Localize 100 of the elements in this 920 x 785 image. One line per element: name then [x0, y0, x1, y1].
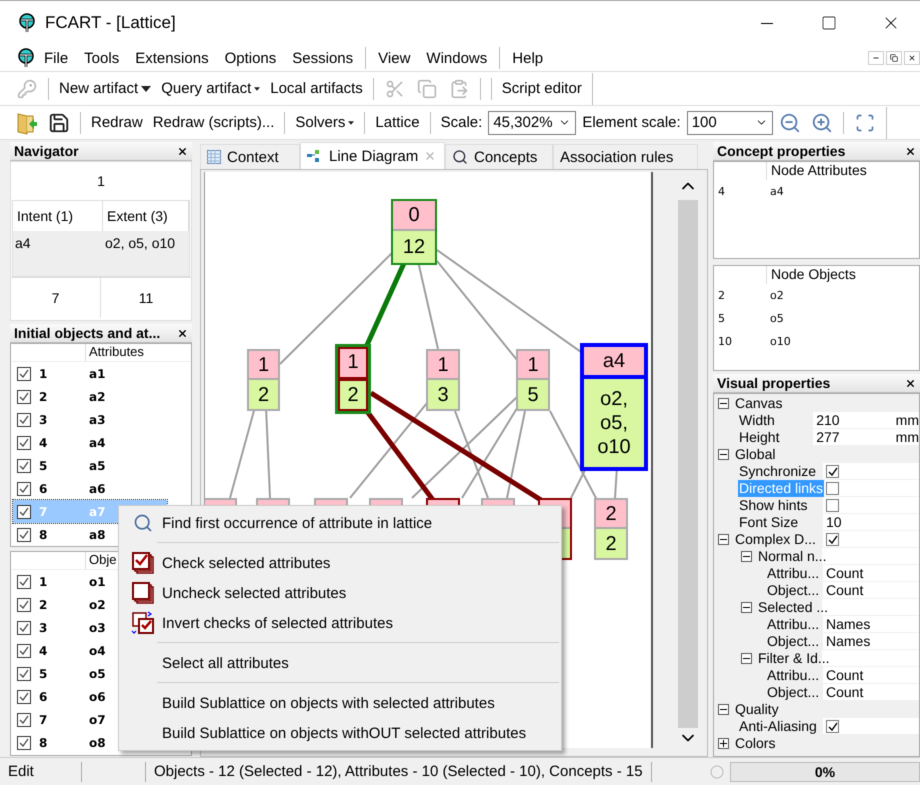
menu-item[interactable]: Build Sublattice on objects withOUT selected attributes: [119, 718, 561, 748]
close-button[interactable]: [904, 51, 920, 65]
collapse-icon[interactable]: [741, 602, 752, 613]
tab[interactable]: Context: [200, 144, 300, 169]
menu-item[interactable]: Invert checks of selected attributes: [119, 608, 561, 638]
checkbox[interactable]: [17, 528, 31, 542]
concept-node[interactable]: a4 o2, o5, o10: [580, 343, 648, 471]
collapse-icon[interactable]: [741, 551, 752, 562]
list-row[interactable]: 6 a6: [13, 477, 167, 500]
list-row[interactable]: 4 a4: [13, 431, 167, 454]
property-value: Count: [826, 667, 864, 683]
checkbox[interactable]: [17, 574, 31, 588]
menu-item[interactable]: Sessions: [284, 50, 362, 66]
checkbox[interactable]: [17, 644, 31, 658]
concept-node[interactable]: 2 2: [594, 498, 628, 560]
tab[interactable]: Line Diagram: [300, 142, 445, 169]
property-row[interactable]: Normal n...: [714, 548, 919, 565]
checkbox[interactable]: [17, 482, 31, 496]
menu-item[interactable]: Select all attributes: [119, 648, 561, 678]
local-artifacts-button[interactable]: Local artifacts: [266, 74, 367, 102]
checkbox[interactable]: [826, 464, 839, 478]
list-row[interactable]: 3 a3: [13, 408, 167, 431]
restore-icon: [890, 54, 898, 62]
list-row[interactable]: 1 a1: [13, 362, 167, 385]
checkbox[interactable]: [17, 412, 31, 426]
checkbox[interactable]: [17, 458, 31, 472]
menu-item[interactable]: File: [36, 50, 76, 66]
property-row[interactable]: Anti-Aliasing: [714, 718, 919, 735]
scale-dropdown[interactable]: 45,302%: [488, 110, 576, 134]
list-row[interactable]: 2 a2: [13, 385, 167, 408]
menu-item[interactable]: Extensions: [127, 50, 217, 66]
collapse-icon[interactable]: [741, 653, 752, 664]
property-value: 277: [816, 429, 840, 445]
checkbox[interactable]: [826, 498, 839, 512]
checkbox[interactable]: [17, 504, 31, 518]
row-number: 5: [39, 458, 48, 472]
new-artifact-button[interactable]: New artifact: [55, 74, 156, 102]
tab[interactable]: Concepts: [445, 144, 553, 169]
scrollbar[interactable]: [678, 172, 698, 748]
property-row[interactable]: Object... Count: [714, 582, 919, 599]
solvers-button[interactable]: Solvers: [291, 108, 358, 136]
redraw-scripts-button[interactable]: Redraw (scripts)...: [148, 108, 278, 136]
menu-item[interactable]: Build Sublattice on objects with selected attributes: [119, 688, 561, 718]
property-row[interactable]: Selected ...: [714, 599, 919, 616]
checkbox[interactable]: [17, 690, 31, 704]
checkbox[interactable]: [17, 666, 31, 680]
checkbox[interactable]: [826, 532, 839, 546]
menu-item[interactable]: Options: [216, 50, 284, 66]
collapse-icon[interactable]: [718, 534, 729, 545]
menu-item[interactable]: Uncheck selected attributes: [119, 578, 561, 608]
property-row[interactable]: Attribu... Names: [714, 616, 919, 633]
collapse-icon[interactable]: [718, 398, 729, 409]
property-label: Filter & Id...: [757, 650, 831, 666]
property-row[interactable]: Font Size 10: [714, 514, 919, 531]
checkbox[interactable]: [826, 720, 839, 732]
property-row[interactable]: Attribu... Count: [714, 667, 919, 684]
menu-item[interactable]: Tools: [76, 50, 128, 66]
query-artifact-button[interactable]: Query artifact: [157, 74, 264, 102]
list-row[interactable]: 5 a5: [13, 454, 167, 477]
close-icon[interactable]: [177, 146, 188, 156]
property-row[interactable]: Show hints: [714, 497, 919, 514]
expand-icon[interactable]: [718, 738, 729, 749]
checkbox[interactable]: [17, 620, 31, 634]
lattice-button[interactable]: Lattice: [371, 108, 424, 136]
checkbox[interactable]: [826, 482, 839, 494]
close-icon[interactable]: [905, 378, 916, 388]
collapse-icon[interactable]: [718, 449, 729, 460]
property-row[interactable]: Object... Names: [714, 633, 919, 650]
minimize-button[interactable]: [868, 51, 884, 65]
script-editor-button[interactable]: Script editor: [498, 74, 586, 102]
property-row[interactable]: Synchronize: [714, 463, 919, 480]
property-row[interactable]: Object... Count: [714, 684, 919, 701]
close-icon[interactable]: [177, 328, 188, 338]
menu-item[interactable]: Help: [504, 50, 552, 66]
collapse-icon[interactable]: [718, 704, 729, 715]
checkbox[interactable]: [17, 390, 31, 404]
concept-node[interactable]: 1 2: [247, 349, 280, 411]
property-row[interactable]: Height 277 mm: [714, 429, 919, 446]
panel-title: Visual properties: [717, 375, 830, 391]
checkbox[interactable]: [17, 366, 31, 380]
menu-item[interactable]: View: [370, 50, 418, 66]
property-row[interactable]: Attribu... Count: [714, 565, 919, 582]
redraw-button[interactable]: Redraw: [87, 108, 147, 136]
concept-node[interactable]: 1 3: [426, 349, 460, 411]
menu-item[interactable]: Windows: [418, 50, 496, 66]
checkbox[interactable]: [17, 436, 31, 450]
concept-node[interactable]: 0 12: [391, 199, 437, 265]
restore-button[interactable]: [886, 51, 902, 65]
row-name: o6: [89, 690, 106, 704]
concept-node[interactable]: 1 2: [335, 344, 371, 414]
property-row[interactable]: Width 210 mm: [714, 412, 919, 429]
checkbox[interactable]: [17, 598, 31, 612]
concept-node[interactable]: 1 5: [516, 349, 550, 411]
close-icon[interactable]: [905, 146, 916, 156]
element-scale-dropdown[interactable]: 100: [686, 110, 773, 134]
property-row[interactable]: Filter & Id...: [714, 650, 919, 667]
checkbox[interactable]: [17, 712, 31, 726]
tab[interactable]: Association rules: [553, 144, 698, 169]
row-name: o2: [770, 289, 784, 302]
checkbox[interactable]: [17, 736, 31, 750]
